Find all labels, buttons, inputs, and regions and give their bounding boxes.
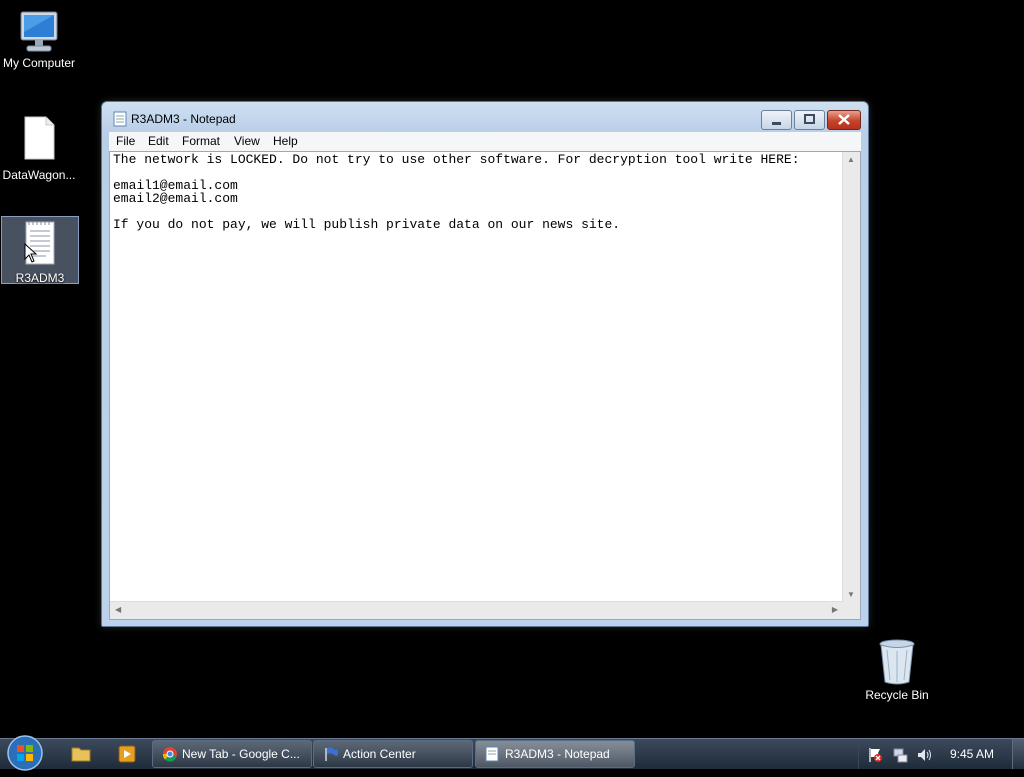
desktop-icon-my-computer[interactable]: My Computer (1, 8, 77, 70)
menu-file[interactable]: File (116, 134, 135, 148)
menu-edit[interactable]: Edit (148, 134, 169, 148)
horizontal-scrollbar[interactable]: ◀ ▶ (110, 601, 843, 619)
media-player-icon (118, 745, 136, 763)
computer-icon (20, 11, 58, 52)
taskbar-item-notepad[interactable]: R3ADM3 - Notepad (475, 740, 635, 768)
action-center-warning-icon[interactable] (867, 747, 883, 763)
scroll-up-icon[interactable]: ▲ (847, 155, 855, 164)
close-icon (838, 114, 850, 125)
explorer-pinned-button[interactable] (64, 742, 98, 766)
minimize-button[interactable] (761, 110, 792, 130)
clock[interactable]: 9:45 AM (950, 747, 994, 761)
vertical-scrollbar[interactable]: ▲ ▼ (842, 152, 860, 602)
volume-icon[interactable] (916, 747, 932, 763)
document-text[interactable]: The network is LOCKED. Do not try to use… (110, 152, 860, 232)
desktop-icon-recycle-bin[interactable]: Recycle Bin (859, 638, 935, 702)
title-bar[interactable]: R3ADM3 - Notepad (102, 102, 868, 134)
notepad-icon (113, 111, 127, 127)
chrome-icon (162, 747, 177, 762)
text-editor[interactable]: The network is LOCKED. Do not try to use… (109, 151, 861, 620)
recycle-bin-icon (879, 639, 915, 685)
window-title: R3ADM3 - Notepad (131, 112, 236, 126)
desktop-icon-datawagon[interactable]: DataWagon... (1, 116, 77, 182)
taskbar-item-chrome[interactable]: New Tab - Google C... (152, 740, 312, 768)
maximize-button[interactable] (794, 110, 825, 130)
scroll-left-icon[interactable]: ◀ (115, 605, 121, 614)
menu-view[interactable]: View (234, 134, 260, 148)
taskbar-item-label: New Tab - Google C... (182, 747, 300, 761)
maximize-icon (804, 114, 815, 124)
desktop-icon-r3adm3[interactable]: R3ADM3 (1, 216, 79, 285)
desktop-icon-label: R3ADM3 (15, 271, 65, 285)
media-player-pinned-button[interactable] (110, 742, 144, 766)
file-icon (24, 116, 55, 160)
system-tray (858, 739, 1024, 769)
taskbar-item-label: R3ADM3 - Notepad (505, 747, 610, 761)
folder-icon (71, 747, 91, 762)
desktop-icon-label: My Computer (2, 56, 76, 70)
scroll-right-icon[interactable]: ▶ (832, 605, 838, 614)
size-grip[interactable] (843, 602, 860, 619)
notepad-window[interactable]: R3ADM3 - Notepad File Edit Format View H… (101, 101, 869, 627)
start-button[interactable] (5, 734, 45, 772)
mouse-cursor-icon (24, 243, 38, 263)
network-icon[interactable] (892, 747, 908, 763)
desktop-icon-label: DataWagon... (2, 168, 76, 182)
scroll-down-icon[interactable]: ▼ (847, 590, 855, 599)
flag-icon (325, 747, 338, 761)
show-desktop-button[interactable] (1012, 739, 1024, 769)
taskbar: New Tab - Google C... Action Center R3AD… (0, 735, 1024, 771)
menu-format[interactable]: Format (182, 134, 220, 148)
menu-help[interactable]: Help (273, 134, 298, 148)
windows-orb-icon (7, 735, 43, 771)
minimize-icon (772, 122, 781, 125)
close-button[interactable] (827, 110, 861, 130)
taskbar-item-action-center[interactable]: Action Center (313, 740, 473, 768)
taskbar-item-label: Action Center (343, 747, 416, 761)
menu-bar: File Edit Format View Help (109, 132, 861, 151)
notepad-icon (485, 746, 499, 762)
desktop-icon-label: Recycle Bin (865, 688, 929, 702)
